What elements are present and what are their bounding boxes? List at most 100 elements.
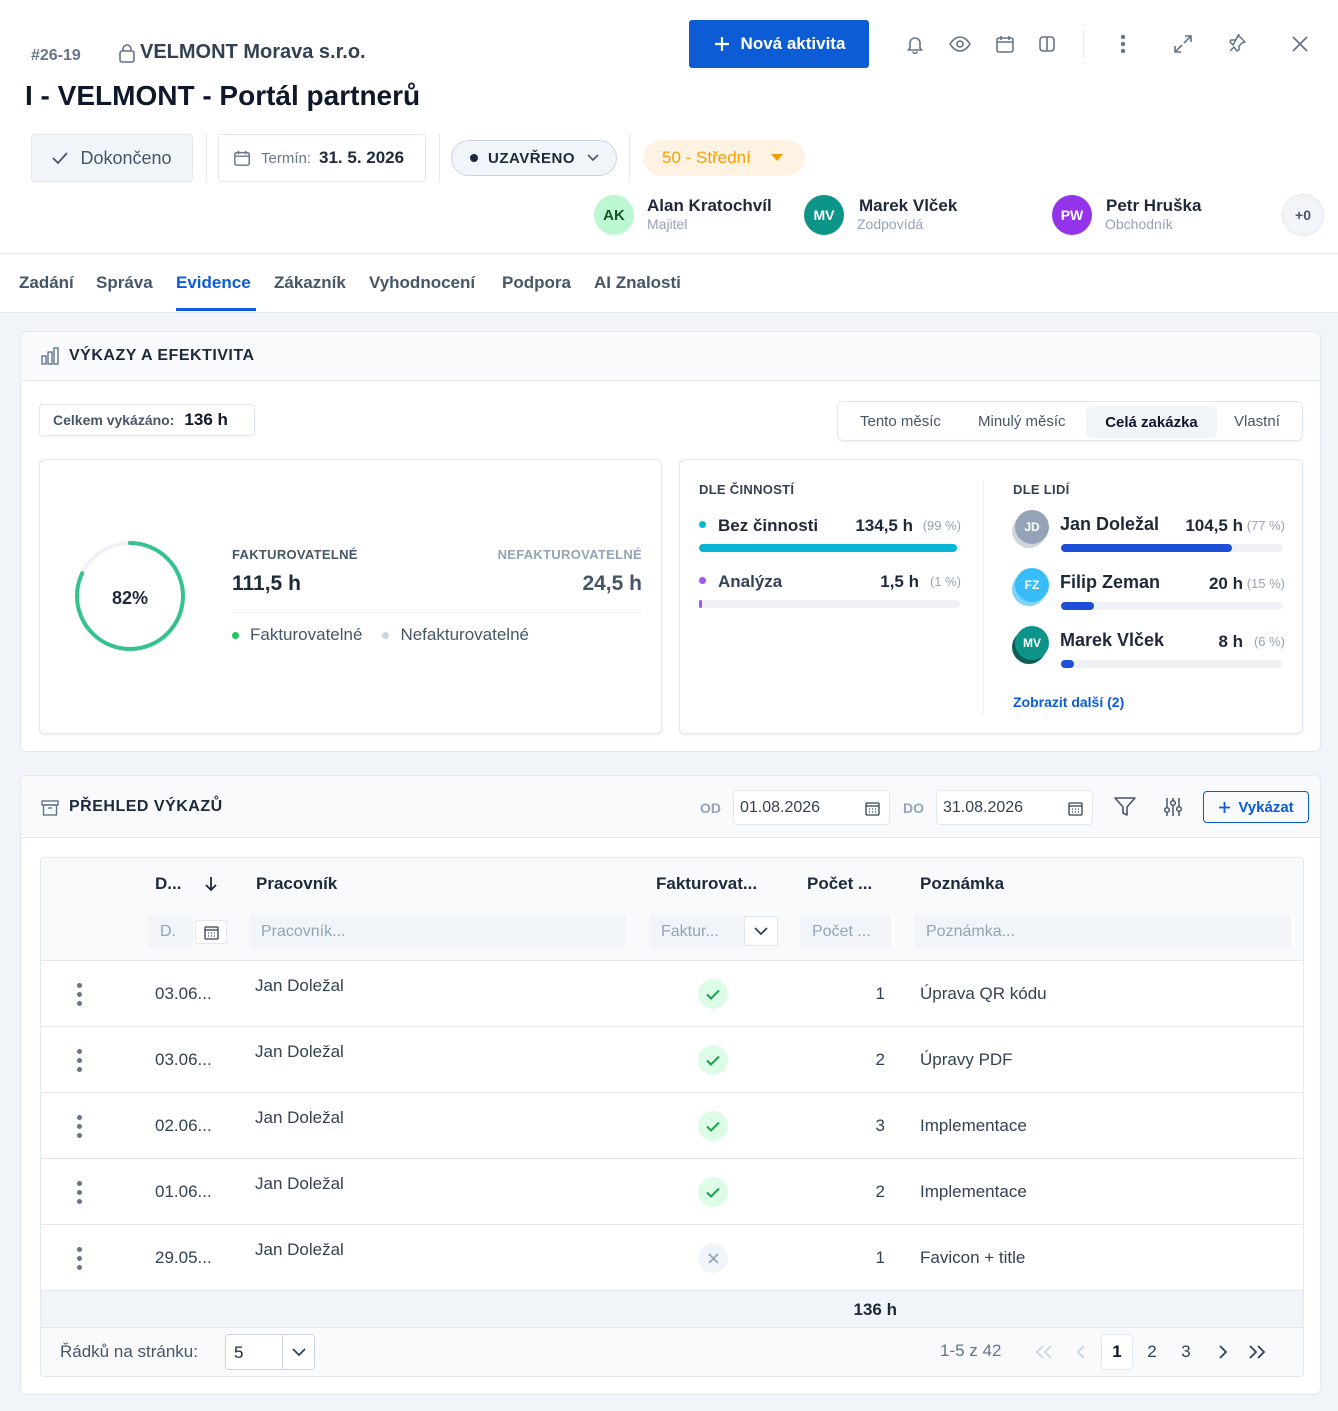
divider [439,134,440,182]
table-row[interactable]: 02.06... Jan Doležal 3 Implementace [41,1092,1303,1158]
pin-icon[interactable] [1222,29,1252,59]
person-row: FZ Filip Zeman 20 h (15 %) [1013,566,1285,612]
person-bar [1061,660,1075,668]
state-dropdown[interactable]: UZAVŘENO [451,140,617,176]
billable-filter-dropdown[interactable] [744,916,778,946]
tab-zadani[interactable]: Zadání [19,273,74,293]
person-bar-track [1061,544,1283,552]
page-range: 1-5 z 42 [940,1341,1002,1360]
billable-filter-input[interactable]: Faktur... [649,914,745,948]
table-row[interactable]: 03.06... Jan Doležal 1 Úprava QR kódu [41,960,1303,1026]
rows-per-page-value: 5 [234,1343,244,1362]
show-more-link[interactable]: Zobrazit další (2) [1013,694,1124,710]
panel-title: PŘEHLED VÝKAZŮ [69,798,223,815]
period-last-month[interactable]: Minulý měsíc [978,413,1066,430]
column-billable[interactable]: Fakturovat... [656,874,757,894]
period-whole-contract[interactable]: Celá zakázka [1086,406,1217,438]
cell-worker: Jan Doležal [255,1174,344,1193]
first-page-icon[interactable] [1028,1334,1060,1370]
active-tab-indicator [176,308,256,311]
by-people-title: DLE LIDÍ [1013,482,1070,497]
eye-icon[interactable] [945,29,975,59]
tab-zakaznik[interactable]: Zákazník [274,273,346,293]
rows-per-page-select[interactable]: 5 [225,1334,315,1370]
table-row[interactable]: 03.06... Jan Doležal 2 Úpravy PDF [41,1026,1303,1092]
settings-sliders-icon[interactable] [1158,792,1188,822]
activity-hours: 134,5 h [855,516,913,535]
to-label: DO [903,800,924,816]
priority-label: 50 - Střední [662,148,751,167]
new-activity-label: Nová aktivita [740,34,846,53]
next-page-icon[interactable] [1207,1334,1239,1370]
ring-legend: Fakturovatelné Nefakturovatelné [232,625,529,645]
worker-filter-input[interactable]: Pracovník... [249,914,626,948]
tab-sprava[interactable]: Správa [96,273,153,293]
check-icon [52,152,69,165]
count-filter-input[interactable]: Počet ... [800,914,891,948]
company-name[interactable]: VELMONT Morava s.r.o. [140,41,366,64]
tab-podpora[interactable]: Podpora [502,273,571,293]
activity-dot [699,521,706,528]
to-date-input[interactable]: 31.08.2026 [936,790,1093,825]
cell-worker: Jan Doležal [255,1240,344,1259]
plus-icon [714,37,729,51]
from-date-input[interactable]: 01.08.2026 [733,790,890,825]
cell-count: 2 [875,1182,885,1201]
bell-icon[interactable] [900,29,930,59]
page-title: I - VELMONT - Portál partnerů [25,80,421,111]
person-pct: (77 %) [1246,518,1285,533]
period-this-month[interactable]: Tento měsíc [860,413,941,430]
person-name: Marek Vlček [1060,630,1165,650]
tab-ai-znalosti[interactable]: AI Znalosti [594,273,681,293]
note-filter-input[interactable]: Poznámka... [914,914,1291,948]
divider [206,134,207,182]
more-vertical-icon[interactable] [1108,29,1138,59]
priority-dropdown[interactable]: 50 - Střední [643,140,805,176]
column-count[interactable]: Počet ... [807,874,872,894]
column-date[interactable]: D... [155,874,181,894]
row-menu-icon[interactable] [77,1181,83,1208]
row-menu-icon[interactable] [77,1049,83,1076]
people-list: AK Alan Kratochvíl Majitel MV Marek Vlče… [592,193,1324,237]
cell-note: Favicon + title [920,1248,1026,1267]
done-button[interactable]: Dokončeno [31,134,193,182]
cell-date: 03.06... [155,984,212,1003]
new-activity-button[interactable]: Nová aktivita [689,20,869,68]
date-filter-picker[interactable] [195,920,227,944]
person-row: MV Marek Vlček 8 h (6 %) [1013,624,1285,670]
tab-vyhodnoceni[interactable]: Vyhodnocení [369,273,475,293]
row-menu-icon[interactable] [77,1115,83,1142]
last-page-icon[interactable] [1241,1334,1273,1370]
page-1-button[interactable]: 1 [1101,1334,1133,1370]
row-menu-icon[interactable] [77,983,83,1010]
cell-date: 29.05... [155,1248,212,1267]
filter-icon[interactable] [1110,792,1140,822]
calendar-icon[interactable] [990,29,1020,59]
period-custom[interactable]: Vlastní [1234,413,1280,430]
prev-page-icon[interactable] [1065,1334,1097,1370]
table-row[interactable]: 29.05... Jan Doležal 1 Favicon + title [41,1224,1303,1290]
expand-icon[interactable] [1168,29,1198,59]
page-3-button[interactable]: 3 [1170,1334,1202,1370]
tab-evidence[interactable]: Evidence [176,273,251,293]
more-people-button[interactable]: +0 [1282,194,1324,236]
deadline-field[interactable]: Termín: 31. 5. 2026 [218,134,426,182]
calendar-icon [203,925,219,940]
table-row[interactable]: 01.06... Jan Doležal 2 Implementace [41,1158,1303,1224]
page-2-button[interactable]: 2 [1136,1334,1168,1370]
chevron-down-icon [754,926,768,935]
from-label: OD [700,800,721,816]
panel-title: VÝKAZY A EFEKTIVITA [69,347,255,364]
add-report-button[interactable]: Vykázat [1203,791,1309,823]
date-filter-input[interactable]: D. [148,914,193,948]
calendar-icon[interactable] [1068,801,1083,816]
calendar-icon[interactable] [865,801,880,816]
column-note[interactable]: Poznámka [920,874,1004,894]
row-menu-icon[interactable] [77,1247,83,1274]
table-footer-total: 136 h [41,1290,1303,1327]
chevron-down-icon [292,1348,306,1357]
column-worker[interactable]: Pracovník [256,874,337,894]
close-icon[interactable] [1285,29,1315,59]
columns-icon[interactable] [1032,29,1062,59]
sort-desc-icon[interactable] [205,876,217,892]
